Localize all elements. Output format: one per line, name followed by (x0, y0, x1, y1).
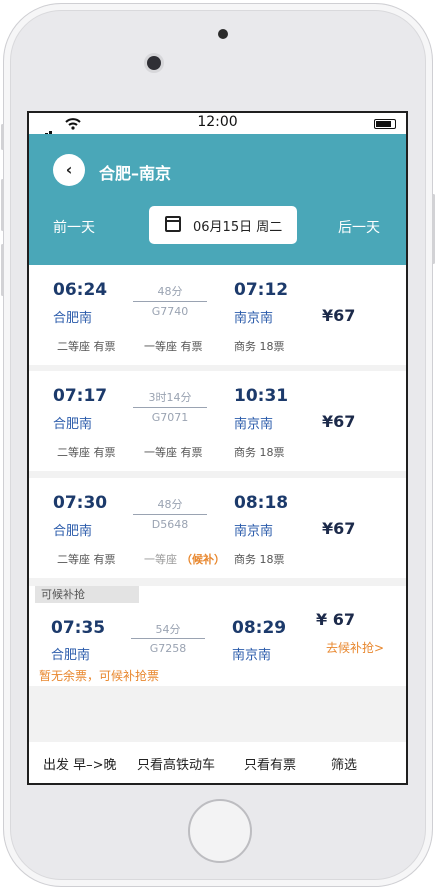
filter-button[interactable]: 筛选 (331, 754, 357, 773)
train-card-waitlist[interactable]: 可候补抢 07:35 合肥南 54分 G7258 08:29 南京南 ¥ 67 … (29, 586, 406, 686)
header: ‹ 合肥–南京 前一天 06月15日 周二 后一天 (29, 134, 406, 265)
arrival-time: 07:12 (234, 280, 289, 300)
departure-time: 07:30 (53, 493, 108, 513)
seat-business: 商务 18票 (234, 446, 285, 459)
seat-second-class: 二等座 有票 (57, 446, 116, 459)
duration: 48分 (157, 285, 183, 298)
route-line (133, 301, 207, 302)
route-line (133, 514, 207, 515)
seat-first-class: 一等座 (144, 553, 177, 566)
departure-time: 06:24 (53, 280, 108, 300)
status-bar: 12:00 (29, 113, 406, 140)
train-number: G7071 (151, 411, 189, 424)
seat-business: 商务 18票 (234, 553, 285, 566)
price: ¥ 67 (316, 610, 355, 629)
date-selector[interactable]: 06月15日 周二 (149, 206, 297, 244)
train-card[interactable]: 06:24 合肥南 48分 G7740 07:12 南京南 ¥67 二等座 有票… (29, 265, 406, 365)
app-screen: 12:00 ‹ 合肥–南京 前一天 06月15日 周二 后一天 06:24 合肥… (27, 111, 408, 785)
seat-first-class: 一等座 有票 (144, 340, 203, 353)
duration: 3时14分 (148, 391, 192, 404)
back-button[interactable]: ‹ (53, 154, 85, 186)
arrival-station: 南京南 (234, 311, 274, 326)
chevron-left-icon: ‹ (65, 160, 73, 179)
arrival-station: 南京南 (234, 524, 274, 539)
departure-time: 07:35 (51, 618, 106, 638)
departure-station: 合肥南 (53, 311, 93, 326)
departure-station: 合肥南 (51, 648, 91, 663)
sensor-dot (218, 29, 228, 39)
filter-available-button[interactable]: 只看有票 (244, 754, 296, 773)
duration: 48分 (157, 498, 183, 511)
arrival-time: 08:29 (232, 618, 287, 638)
route-line (133, 407, 207, 408)
departure-time: 07:17 (53, 386, 108, 406)
route-title: 合肥–南京 (99, 164, 172, 183)
arrival-time: 08:18 (234, 493, 289, 513)
no-ticket-notice: 暂无余票，可候补抢票 (39, 669, 160, 683)
route-line (131, 638, 205, 639)
status-time: 12:00 (197, 114, 238, 130)
arrival-station: 南京南 (232, 648, 272, 663)
seat-first-class: 一等座 有票 (144, 446, 203, 459)
duration: 54分 (155, 623, 181, 636)
home-button[interactable] (188, 799, 252, 863)
train-card[interactable]: 07:30 合肥南 48分 D5648 08:18 南京南 ¥67 二等座 有票… (29, 478, 406, 578)
next-day-button[interactable]: 后一天 (338, 217, 380, 237)
departure-station: 合肥南 (53, 417, 93, 432)
train-number: G7740 (151, 305, 189, 318)
sort-departure-button[interactable]: 出发 早–>晚 (43, 754, 117, 773)
battery-icon (374, 119, 396, 129)
prev-day-button[interactable]: 前一天 (53, 217, 95, 237)
arrival-station: 南京南 (234, 417, 274, 432)
seat-business: 商务 18票 (234, 340, 285, 353)
date-text: 06月15日 周二 (193, 220, 283, 235)
waitlist-button[interactable]: 去候补抢> (326, 639, 384, 656)
price: ¥67 (322, 412, 356, 431)
price: ¥67 (322, 519, 356, 538)
departure-station: 合肥南 (53, 524, 93, 539)
waitlist-label: （候补） (181, 553, 225, 566)
mute-switch (1, 124, 4, 150)
train-card[interactable]: 07:17 合肥南 3时14分 G7071 10:31 南京南 ¥67 二等座 … (29, 371, 406, 471)
bottom-filter-bar: 出发 早–>晚 只看高铁动车 只看有票 筛选 (29, 742, 406, 783)
volume-down-button (1, 244, 4, 296)
filter-hsr-button[interactable]: 只看高铁动车 (137, 754, 215, 773)
waitlist-tag: 可候补抢 (35, 586, 139, 603)
seat-second-class: 二等座 有票 (57, 340, 116, 353)
train-number: G7258 (149, 642, 187, 655)
arrival-time: 10:31 (234, 386, 289, 406)
volume-up-button (1, 179, 4, 231)
front-camera (147, 56, 161, 70)
train-number: D5648 (151, 518, 189, 531)
seat-second-class: 二等座 有票 (57, 553, 116, 566)
price: ¥67 (322, 306, 356, 325)
calendar-icon (165, 216, 181, 232)
